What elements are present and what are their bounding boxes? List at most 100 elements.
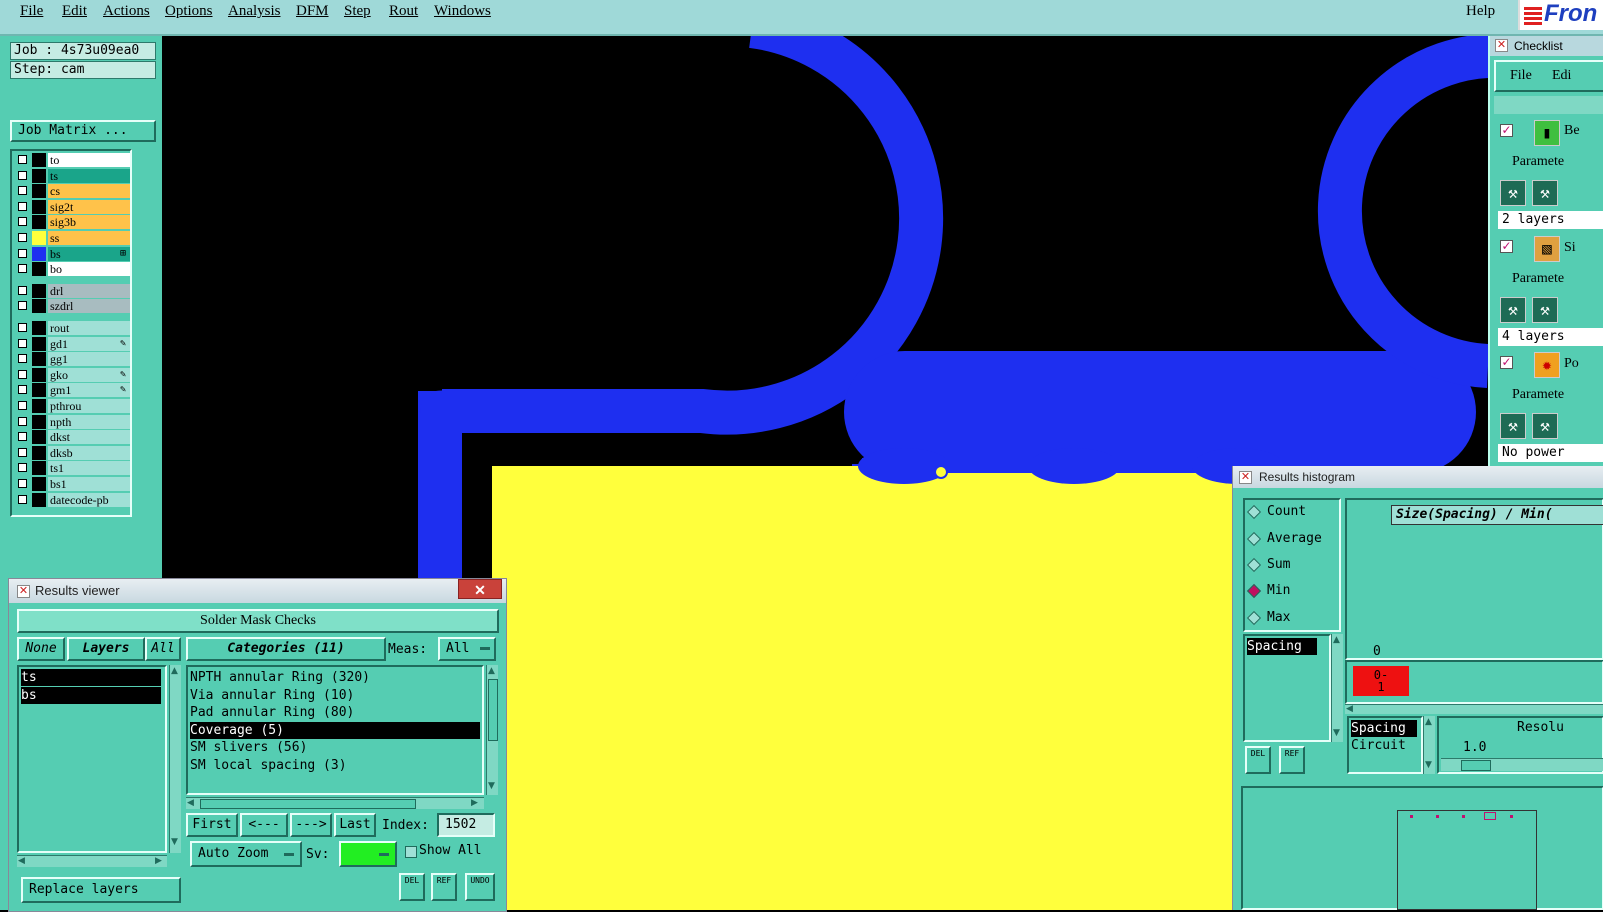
menu-dfm[interactable]: DFM bbox=[296, 3, 329, 20]
measure-list[interactable]: Spacing bbox=[1243, 634, 1331, 742]
show-all-checkbox[interactable] bbox=[405, 846, 417, 858]
layer-color-swatch[interactable] bbox=[32, 430, 46, 445]
scroll-thumb[interactable] bbox=[488, 679, 498, 741]
layer-row[interactable]: ts bbox=[14, 168, 130, 183]
scroll-thumb[interactable] bbox=[200, 799, 416, 809]
layer-checkbox[interactable] bbox=[18, 432, 27, 442]
none-button[interactable]: None bbox=[17, 637, 65, 661]
prev-button[interactable]: <--- bbox=[240, 813, 288, 837]
layer-row[interactable]: sig3b bbox=[14, 215, 130, 230]
layer-checkbox[interactable] bbox=[18, 479, 27, 488]
scroll-up-icon[interactable]: ▲ bbox=[1425, 717, 1432, 727]
menu-windows[interactable]: Windows bbox=[434, 3, 491, 20]
layer-name[interactable]: dksb bbox=[48, 445, 130, 460]
layer-row[interactable]: cs bbox=[14, 184, 130, 199]
checklist-item3-run2-icon[interactable]: ⚒ bbox=[1532, 413, 1558, 439]
layer-color-swatch[interactable] bbox=[32, 262, 46, 277]
checklist-menu-edit[interactable]: Edi bbox=[1552, 68, 1571, 84]
layer-color-swatch[interactable] bbox=[32, 492, 46, 507]
scroll-up-icon[interactable]: ▲ bbox=[1333, 635, 1340, 645]
checklist-item3-param[interactable]: Paramete bbox=[1512, 387, 1564, 403]
list-item[interactable]: Via annular Ring (10) bbox=[190, 687, 480, 704]
list-item[interactable]: Circuit bbox=[1351, 737, 1417, 754]
histogram-hscroll[interactable]: ◀ bbox=[1345, 704, 1603, 714]
menu-actions[interactable]: Actions bbox=[103, 3, 150, 20]
radio-count[interactable]: Count bbox=[1246, 504, 1306, 520]
list-item[interactable]: NPTH annular Ring (320) bbox=[190, 669, 480, 686]
categories-list[interactable]: NPTH annular Ring (320) Via annular Ring… bbox=[186, 665, 484, 795]
menu-options[interactable]: Options bbox=[165, 3, 213, 20]
histogram-bin[interactable]: 0- 1 bbox=[1353, 666, 1409, 696]
spacing-list-vscroll[interactable]: ▲ ▼ bbox=[1423, 716, 1435, 774]
layer-name[interactable]: datecode-pb bbox=[48, 492, 130, 507]
list-item[interactable]: ts bbox=[21, 669, 161, 686]
layer-checkbox[interactable] bbox=[18, 385, 27, 395]
layer-checkbox[interactable] bbox=[18, 301, 27, 311]
layer-row[interactable]: gko ✎ bbox=[14, 367, 130, 382]
menu-rout[interactable]: Rout bbox=[389, 3, 418, 20]
layer-row[interactable]: bs1 bbox=[14, 477, 130, 491]
spacing-circuit-list[interactable]: Spacing Circuit bbox=[1347, 716, 1423, 774]
layer-name[interactable]: gko bbox=[48, 367, 130, 382]
layer-results-list[interactable]: ts bs bbox=[17, 665, 167, 853]
layer-name[interactable]: bo bbox=[48, 262, 130, 277]
layer-name[interactable]: ts bbox=[48, 168, 130, 183]
layer-color-swatch[interactable] bbox=[32, 153, 46, 167]
layer-name[interactable]: gd1 bbox=[48, 336, 130, 351]
checklist-item2-check[interactable]: ✓ bbox=[1500, 240, 1513, 253]
layer-row[interactable]: drl bbox=[14, 283, 130, 298]
auto-zoom-dropdown[interactable]: Auto Zoom bbox=[190, 841, 302, 867]
layer-name[interactable]: sig2t bbox=[48, 199, 130, 214]
layer-color-swatch[interactable] bbox=[32, 283, 46, 298]
slider-thumb[interactable] bbox=[1461, 760, 1491, 771]
layer-row[interactable]: to bbox=[14, 153, 130, 167]
last-button[interactable]: Last bbox=[334, 813, 376, 837]
checklist-item1-run-icon[interactable]: ⚒ bbox=[1500, 180, 1526, 206]
results-viewer-titlebar[interactable]: ✕ Results viewer bbox=[9, 579, 506, 603]
layers-button[interactable]: Layers bbox=[67, 637, 145, 661]
layer-color-swatch[interactable] bbox=[32, 383, 46, 398]
list-item-selected[interactable]: Coverage (5) bbox=[190, 722, 480, 739]
layer-checkbox[interactable] bbox=[18, 323, 27, 332]
layer-name[interactable]: drl bbox=[48, 283, 130, 298]
layer-color-swatch[interactable] bbox=[32, 199, 46, 214]
list-item[interactable]: Spacing bbox=[1351, 720, 1417, 737]
scroll-right-icon[interactable]: ▶ bbox=[471, 798, 478, 808]
checklist-item1-check[interactable]: ✓ bbox=[1500, 124, 1513, 137]
layer-color-swatch[interactable] bbox=[32, 445, 46, 460]
ref-button[interactable]: REF bbox=[431, 873, 457, 901]
layer-checkbox[interactable] bbox=[18, 285, 27, 295]
layer-color-swatch[interactable] bbox=[32, 321, 46, 335]
checklist-item2-run-icon[interactable]: ⚒ bbox=[1500, 297, 1526, 323]
results-viewer-close-button[interactable]: ✕ bbox=[458, 579, 502, 599]
histogram-titlebar[interactable]: ✕ Results histogram bbox=[1233, 466, 1603, 488]
layer-row[interactable]: szdrl bbox=[14, 299, 130, 314]
layer-checkbox[interactable] bbox=[18, 233, 27, 242]
layer-name[interactable]: cs bbox=[48, 184, 130, 199]
layer-color-swatch[interactable] bbox=[32, 231, 46, 245]
checklist-item2-param[interactable]: Paramete bbox=[1512, 271, 1564, 287]
layer-row[interactable]: pthrou bbox=[14, 399, 130, 413]
layer-color-swatch[interactable] bbox=[32, 414, 46, 429]
layer-checkbox[interactable] bbox=[18, 170, 27, 180]
layer-row[interactable]: bs ⊞ bbox=[14, 246, 130, 261]
layer-name[interactable]: rout bbox=[48, 321, 130, 335]
layer-row[interactable]: npth bbox=[14, 414, 130, 429]
scroll-down-icon[interactable]: ▼ bbox=[488, 781, 495, 791]
layer-name[interactable]: gm1 bbox=[48, 383, 130, 398]
layer-name[interactable]: gg1 bbox=[48, 352, 130, 367]
scroll-down-icon[interactable]: ▼ bbox=[171, 837, 178, 847]
del-button[interactable]: DEL bbox=[399, 873, 425, 901]
layer-row[interactable]: gg1 bbox=[14, 352, 130, 367]
layer-checkbox[interactable] bbox=[18, 463, 27, 473]
layer-row[interactable]: ss bbox=[14, 231, 130, 245]
list-item[interactable]: SM slivers (56) bbox=[190, 739, 480, 756]
measure-list-vscroll[interactable]: ▲ ▼ bbox=[1331, 634, 1343, 742]
layer-list-vscroll[interactable]: ▲ ▼ bbox=[169, 665, 181, 853]
next-button[interactable]: ---> bbox=[290, 813, 332, 837]
layer-name[interactable]: pthrou bbox=[48, 399, 130, 413]
layer-checkbox[interactable] bbox=[18, 155, 27, 164]
checklist-item1-param[interactable]: Paramete bbox=[1512, 154, 1564, 170]
job-matrix-button[interactable]: Job Matrix ... bbox=[10, 120, 156, 142]
layer-name[interactable]: npth bbox=[48, 414, 130, 429]
